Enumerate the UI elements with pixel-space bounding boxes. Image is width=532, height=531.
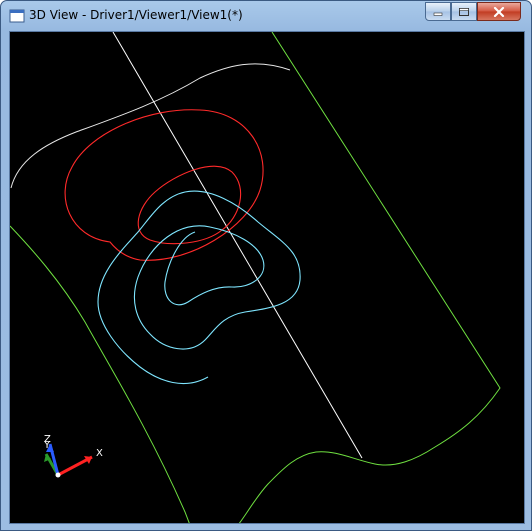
boundary-curve-left: [10, 225, 190, 523]
minimize-icon: [433, 12, 443, 16]
3d-viewport[interactable]: X Y Z: [9, 31, 525, 524]
title-bar[interactable]: 3D View - Driver1/Viewer1/View1(*): [1, 1, 531, 31]
window-title: 3D View - Driver1/Viewer1/View1(*): [29, 8, 243, 22]
maximize-button[interactable]: [451, 2, 477, 21]
close-button[interactable]: [477, 2, 521, 21]
z-axis-label: Z: [44, 434, 51, 445]
outline-curve: [10, 63, 291, 189]
contour-red-inner: [137, 165, 242, 245]
app-icon: [9, 9, 25, 23]
close-icon: [493, 6, 505, 17]
contour-cyan-outer: [97, 190, 301, 385]
x-axis-label: X: [96, 448, 103, 459]
boundary-curve-right: [238, 32, 501, 523]
maximize-icon: [459, 7, 469, 16]
app-window: 3D View - Driver1/Viewer1/View1(*) X Y Z: [0, 0, 532, 531]
scene-canvas[interactable]: X Y Z: [10, 32, 525, 524]
minimize-button[interactable]: [425, 2, 451, 21]
axis-triad: X Y Z: [43, 434, 103, 478]
section-line: [112, 32, 363, 459]
